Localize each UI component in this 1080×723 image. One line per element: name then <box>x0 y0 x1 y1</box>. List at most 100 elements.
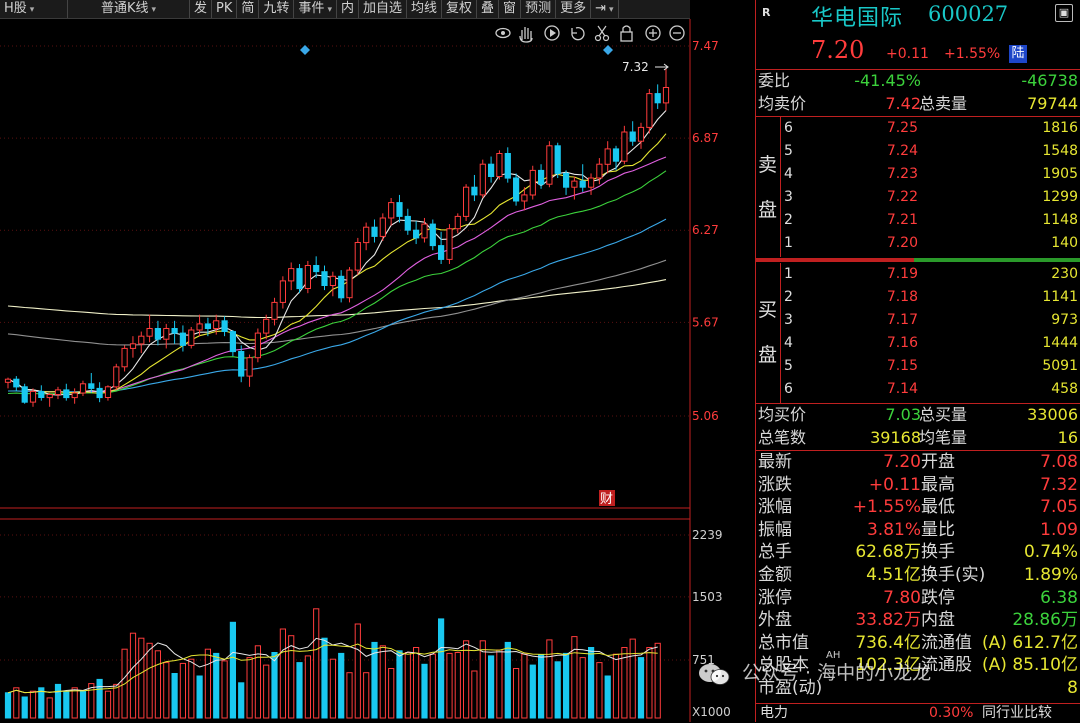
stat-label: 换手 <box>921 542 955 563</box>
candle <box>646 88 653 134</box>
volume-bar <box>354 623 361 719</box>
volume-tick-label: 2239 <box>692 528 723 542</box>
stat-label: 最低 <box>921 497 955 518</box>
stat-label: 涨停 <box>758 587 792 608</box>
candle <box>513 173 520 206</box>
volume-bar <box>288 635 295 719</box>
stat-value: 1.09 <box>1040 519 1078 540</box>
stock-code: 600027 <box>928 2 1009 26</box>
stat-value: 7.05 <box>1040 497 1078 518</box>
last-price: 7.20 <box>811 36 865 64</box>
volume-bar <box>38 687 45 719</box>
volume-bar <box>637 657 645 719</box>
ask-level-row[interactable]: 2 7.21 1148 <box>756 210 1080 231</box>
level-price: 7.22 <box>886 189 918 205</box>
volume-tick-label: 1503 <box>692 590 723 604</box>
volume-bar <box>529 664 536 719</box>
level-volume: 1548 <box>1042 143 1078 159</box>
volume-bar <box>21 696 28 719</box>
volume-bar <box>579 657 586 719</box>
level-number: 6 <box>784 120 793 136</box>
high-price-label: 7.32 <box>622 60 649 74</box>
avg-trade-volume: 16 <box>1057 428 1078 447</box>
volume-bar <box>596 662 603 719</box>
financial-report-label: 财 <box>600 492 613 507</box>
stat-row: 最新 7.20 开盘 7.08 <box>756 451 1080 474</box>
level-volume: 973 <box>1051 312 1078 328</box>
level-number: 2 <box>784 212 793 228</box>
stock-name: 华电国际 <box>811 6 904 31</box>
stat-value: 3.81% <box>866 519 921 540</box>
volume-bar <box>54 683 62 719</box>
candle <box>304 260 311 294</box>
volume-bar <box>79 690 87 719</box>
stat-value: 28.86万 <box>1012 610 1078 631</box>
volume-bar <box>538 654 545 719</box>
candle <box>113 363 120 390</box>
ask-level-row[interactable]: 4 7.23 1905 <box>756 164 1080 185</box>
price-change-pct: +1.55% <box>944 46 1001 62</box>
industry-label[interactable]: 电力 <box>760 704 788 723</box>
ask-level-row[interactable]: 3 7.22 1299 <box>756 187 1080 208</box>
level-price: 7.20 <box>886 235 918 251</box>
avg-sell-label: 均卖价 <box>758 94 807 113</box>
level-number: 5 <box>784 143 793 159</box>
volume-bar <box>646 647 653 719</box>
ask-level-row[interactable]: 6 7.25 1816 <box>756 118 1080 139</box>
candle <box>621 125 628 165</box>
weibi-pct: -41.45% <box>854 71 921 90</box>
ask-level-row[interactable]: 1 7.20 140 <box>756 233 1080 254</box>
bid-level-row[interactable]: 2 7.18 1141 <box>756 287 1080 308</box>
stat-row: 金额 4.51亿 换手(实) 1.89% <box>756 564 1080 587</box>
kline-chart[interactable]: 7.476.876.275.675.06 22391503751 X1000 7… <box>0 0 755 722</box>
level-price: 7.24 <box>886 143 918 159</box>
level-volume: 1141 <box>1042 289 1078 305</box>
candle <box>496 150 503 180</box>
bid-level-row[interactable]: 1 7.19 230 <box>756 264 1080 285</box>
ask-level-row[interactable]: 5 7.24 1548 <box>756 141 1080 162</box>
level-price: 7.25 <box>886 120 918 136</box>
trades-count: 39168 <box>870 428 921 447</box>
volume-bar <box>96 678 103 719</box>
volume-bar <box>629 638 636 719</box>
avg-buy-price: 7.03 <box>885 405 921 424</box>
price-tick-label: 7.47 <box>692 39 719 53</box>
stat-value: (A) 612.7亿 <box>982 632 1078 653</box>
bid-level-row[interactable]: 4 7.16 1444 <box>756 333 1080 354</box>
orderbook-split-bar <box>756 258 1080 262</box>
quote-panel: R 华电国际 600027 ▣ 7.20 +0.11 +1.55% 陆 委比 -… <box>755 0 1080 722</box>
market-badge[interactable]: 陆 <box>1009 45 1027 63</box>
industry-row: 电力 0.30% 同行业比较 <box>756 703 1080 723</box>
candle <box>479 159 486 198</box>
volume-bar <box>154 650 162 719</box>
volume-bar <box>296 662 303 719</box>
volume-bar <box>446 652 453 719</box>
level-volume: 1816 <box>1042 120 1078 136</box>
stat-label: 最高 <box>921 474 955 495</box>
stat-label: 总手 <box>758 542 792 563</box>
volume-bar <box>338 652 345 719</box>
volume-bar <box>313 608 320 719</box>
level-price: 7.15 <box>886 358 918 374</box>
stat-label: 内盘 <box>921 610 955 631</box>
stat-row: 涨幅 +1.55% 最低 7.05 <box>756 496 1080 519</box>
volume-bar <box>279 628 286 719</box>
stat-label: 最新 <box>758 452 792 472</box>
volume-bar <box>563 652 570 719</box>
volume-bar <box>4 692 12 719</box>
volume-bar <box>321 637 328 719</box>
bid-level-row[interactable]: 3 7.17 973 <box>756 310 1080 331</box>
stat-row: 总市值 736.4亿 流通值 (A) 612.7亿 <box>756 632 1080 655</box>
volume-bar <box>363 672 370 719</box>
volume-bar <box>404 652 411 719</box>
level-number: 5 <box>784 358 793 374</box>
stat-value: +0.11 <box>868 474 921 495</box>
bid-level-row[interactable]: 6 7.14 458 <box>756 379 1080 400</box>
candle <box>188 326 195 349</box>
volume-bar <box>496 649 503 719</box>
level-price: 7.18 <box>886 289 918 305</box>
bid-level-row[interactable]: 5 7.15 5091 <box>756 356 1080 377</box>
panel-menu-icon[interactable]: ▣ <box>1055 4 1073 22</box>
volume-axis-labels: 22391503751 <box>692 528 723 667</box>
industry-compare-link[interactable]: 同行业比较 <box>982 704 1052 723</box>
